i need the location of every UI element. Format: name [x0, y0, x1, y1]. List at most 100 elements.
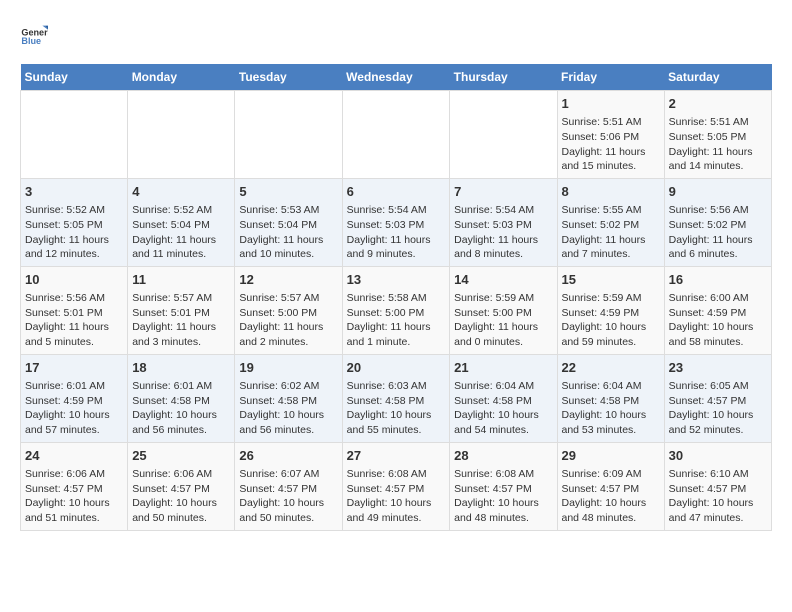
day-info: Sunrise: 5:57 AM Sunset: 5:01 PM Dayligh… [132, 291, 230, 350]
calendar-cell: 8 Sunrise: 5:55 AM Sunset: 5:02 PM Daylig… [557, 178, 664, 266]
day-number: 15 [562, 271, 660, 289]
calendar-row: 1 Sunrise: 5:51 AM Sunset: 5:06 PM Daylig… [21, 91, 772, 179]
weekday-header: Tuesday [235, 64, 342, 91]
calendar-cell: 16Sunrise: 6:00 AM Sunset: 4:59 PM Dayli… [664, 266, 771, 354]
day-number: 4 [132, 183, 230, 201]
day-number: 8 [562, 183, 660, 201]
calendar-cell: 18Sunrise: 6:01 AM Sunset: 4:58 PM Dayli… [128, 354, 235, 442]
day-info: Sunrise: 6:06 AM Sunset: 4:57 PM Dayligh… [25, 467, 123, 526]
day-number: 11 [132, 271, 230, 289]
calendar-cell: 27Sunrise: 6:08 AM Sunset: 4:57 PM Dayli… [342, 442, 450, 530]
calendar-cell: 6 Sunrise: 5:54 AM Sunset: 5:03 PM Daylig… [342, 178, 450, 266]
day-info: Sunrise: 5:58 AM Sunset: 5:00 PM Dayligh… [347, 291, 446, 350]
day-info: Sunrise: 6:04 AM Sunset: 4:58 PM Dayligh… [454, 379, 552, 438]
calendar-cell: 24Sunrise: 6:06 AM Sunset: 4:57 PM Dayli… [21, 442, 128, 530]
calendar-cell: 17 Sunrise: 6:01 AM Sunset: 4:59 PM Dayli… [21, 354, 128, 442]
logo: General Blue [20, 20, 56, 48]
day-info: Sunrise: 6:05 AM Sunset: 4:57 PM Dayligh… [669, 379, 767, 438]
day-info: Sunrise: 5:56 AM Sunset: 5:02 PM Dayligh… [669, 203, 767, 262]
calendar-row: 24Sunrise: 6:06 AM Sunset: 4:57 PM Dayli… [21, 442, 772, 530]
calendar-cell: 2 Sunrise: 5:51 AM Sunset: 5:05 PM Daylig… [664, 91, 771, 179]
calendar-cell: 12 Sunrise: 5:57 AM Sunset: 5:00 PM Dayli… [235, 266, 342, 354]
calendar-cell [342, 91, 450, 179]
calendar-cell: 14Sunrise: 5:59 AM Sunset: 5:00 PM Dayli… [450, 266, 557, 354]
calendar-row: 17 Sunrise: 6:01 AM Sunset: 4:59 PM Dayli… [21, 354, 772, 442]
calendar-cell: 11 Sunrise: 5:57 AM Sunset: 5:01 PM Dayli… [128, 266, 235, 354]
day-number: 23 [669, 359, 767, 377]
day-info: Sunrise: 5:52 AM Sunset: 5:04 PM Dayligh… [132, 203, 230, 262]
day-number: 7 [454, 183, 552, 201]
weekday-header: Sunday [21, 64, 128, 91]
day-number: 22 [562, 359, 660, 377]
calendar-cell: 30Sunrise: 6:10 AM Sunset: 4:57 PM Dayli… [664, 442, 771, 530]
calendar-cell: 13 Sunrise: 5:58 AM Sunset: 5:00 PM Dayli… [342, 266, 450, 354]
calendar-row: 3 Sunrise: 5:52 AM Sunset: 5:05 PM Daylig… [21, 178, 772, 266]
day-number: 12 [239, 271, 337, 289]
day-number: 21 [454, 359, 552, 377]
day-number: 3 [25, 183, 123, 201]
weekday-header: Friday [557, 64, 664, 91]
day-number: 9 [669, 183, 767, 201]
day-info: Sunrise: 5:54 AM Sunset: 5:03 PM Dayligh… [347, 203, 446, 262]
day-info: Sunrise: 6:02 AM Sunset: 4:58 PM Dayligh… [239, 379, 337, 438]
weekday-header: Wednesday [342, 64, 450, 91]
calendar-table: SundayMondayTuesdayWednesdayThursdayFrid… [20, 64, 772, 531]
day-info: Sunrise: 6:09 AM Sunset: 4:57 PM Dayligh… [562, 467, 660, 526]
day-info: Sunrise: 6:01 AM Sunset: 4:59 PM Dayligh… [25, 379, 123, 438]
calendar-cell: 20Sunrise: 6:03 AM Sunset: 4:58 PM Dayli… [342, 354, 450, 442]
day-number: 17 [25, 359, 123, 377]
calendar-row: 10 Sunrise: 5:56 AM Sunset: 5:01 PM Dayli… [21, 266, 772, 354]
day-number: 16 [669, 271, 767, 289]
day-number: 10 [25, 271, 123, 289]
calendar-cell: 26 Sunrise: 6:07 AM Sunset: 4:57 PM Dayli… [235, 442, 342, 530]
calendar-body: 1 Sunrise: 5:51 AM Sunset: 5:06 PM Daylig… [21, 91, 772, 531]
day-info: Sunrise: 5:59 AM Sunset: 4:59 PM Dayligh… [562, 291, 660, 350]
day-number: 14 [454, 271, 552, 289]
calendar-cell: 9 Sunrise: 5:56 AM Sunset: 5:02 PM Daylig… [664, 178, 771, 266]
day-info: Sunrise: 6:04 AM Sunset: 4:58 PM Dayligh… [562, 379, 660, 438]
day-info: Sunrise: 6:10 AM Sunset: 4:57 PM Dayligh… [669, 467, 767, 526]
day-info: Sunrise: 5:57 AM Sunset: 5:00 PM Dayligh… [239, 291, 337, 350]
calendar-cell: 23 Sunrise: 6:05 AM Sunset: 4:57 PM Dayli… [664, 354, 771, 442]
day-number: 25 [132, 447, 230, 465]
calendar-cell: 1 Sunrise: 5:51 AM Sunset: 5:06 PM Daylig… [557, 91, 664, 179]
calendar-cell: 7 Sunrise: 5:54 AM Sunset: 5:03 PM Daylig… [450, 178, 557, 266]
calendar-cell: 4 Sunrise: 5:52 AM Sunset: 5:04 PM Daylig… [128, 178, 235, 266]
svg-text:Blue: Blue [21, 36, 41, 46]
day-info: Sunrise: 6:08 AM Sunset: 4:57 PM Dayligh… [454, 467, 552, 526]
calendar-cell: 28 Sunrise: 6:08 AM Sunset: 4:57 PM Dayli… [450, 442, 557, 530]
page-header: General Blue [20, 20, 772, 48]
day-number: 6 [347, 183, 446, 201]
day-info: Sunrise: 6:07 AM Sunset: 4:57 PM Dayligh… [239, 467, 337, 526]
day-info: Sunrise: 5:53 AM Sunset: 5:04 PM Dayligh… [239, 203, 337, 262]
day-number: 13 [347, 271, 446, 289]
day-info: Sunrise: 5:52 AM Sunset: 5:05 PM Dayligh… [25, 203, 123, 262]
calendar-cell: 15 Sunrise: 5:59 AM Sunset: 4:59 PM Dayli… [557, 266, 664, 354]
day-info: Sunrise: 5:55 AM Sunset: 5:02 PM Dayligh… [562, 203, 660, 262]
calendar-cell [128, 91, 235, 179]
logo-icon: General Blue [20, 20, 48, 48]
calendar-cell: 29 Sunrise: 6:09 AM Sunset: 4:57 PM Dayli… [557, 442, 664, 530]
weekday-header: Monday [128, 64, 235, 91]
day-number: 26 [239, 447, 337, 465]
calendar-header: SundayMondayTuesdayWednesdayThursdayFrid… [21, 64, 772, 91]
weekday-header: Saturday [664, 64, 771, 91]
day-info: Sunrise: 5:54 AM Sunset: 5:03 PM Dayligh… [454, 203, 552, 262]
calendar-cell [450, 91, 557, 179]
day-info: Sunrise: 6:01 AM Sunset: 4:58 PM Dayligh… [132, 379, 230, 438]
day-info: Sunrise: 5:51 AM Sunset: 5:06 PM Dayligh… [562, 115, 660, 174]
day-number: 2 [669, 95, 767, 113]
day-info: Sunrise: 6:08 AM Sunset: 4:57 PM Dayligh… [347, 467, 446, 526]
calendar-cell: 22 Sunrise: 6:04 AM Sunset: 4:58 PM Dayli… [557, 354, 664, 442]
day-info: Sunrise: 5:56 AM Sunset: 5:01 PM Dayligh… [25, 291, 123, 350]
day-number: 28 [454, 447, 552, 465]
day-number: 1 [562, 95, 660, 113]
day-info: Sunrise: 5:51 AM Sunset: 5:05 PM Dayligh… [669, 115, 767, 174]
calendar-cell: 5 Sunrise: 5:53 AM Sunset: 5:04 PM Daylig… [235, 178, 342, 266]
weekday-header: Thursday [450, 64, 557, 91]
calendar-cell [235, 91, 342, 179]
day-info: Sunrise: 6:06 AM Sunset: 4:57 PM Dayligh… [132, 467, 230, 526]
day-number: 20 [347, 359, 446, 377]
day-number: 29 [562, 447, 660, 465]
day-number: 5 [239, 183, 337, 201]
